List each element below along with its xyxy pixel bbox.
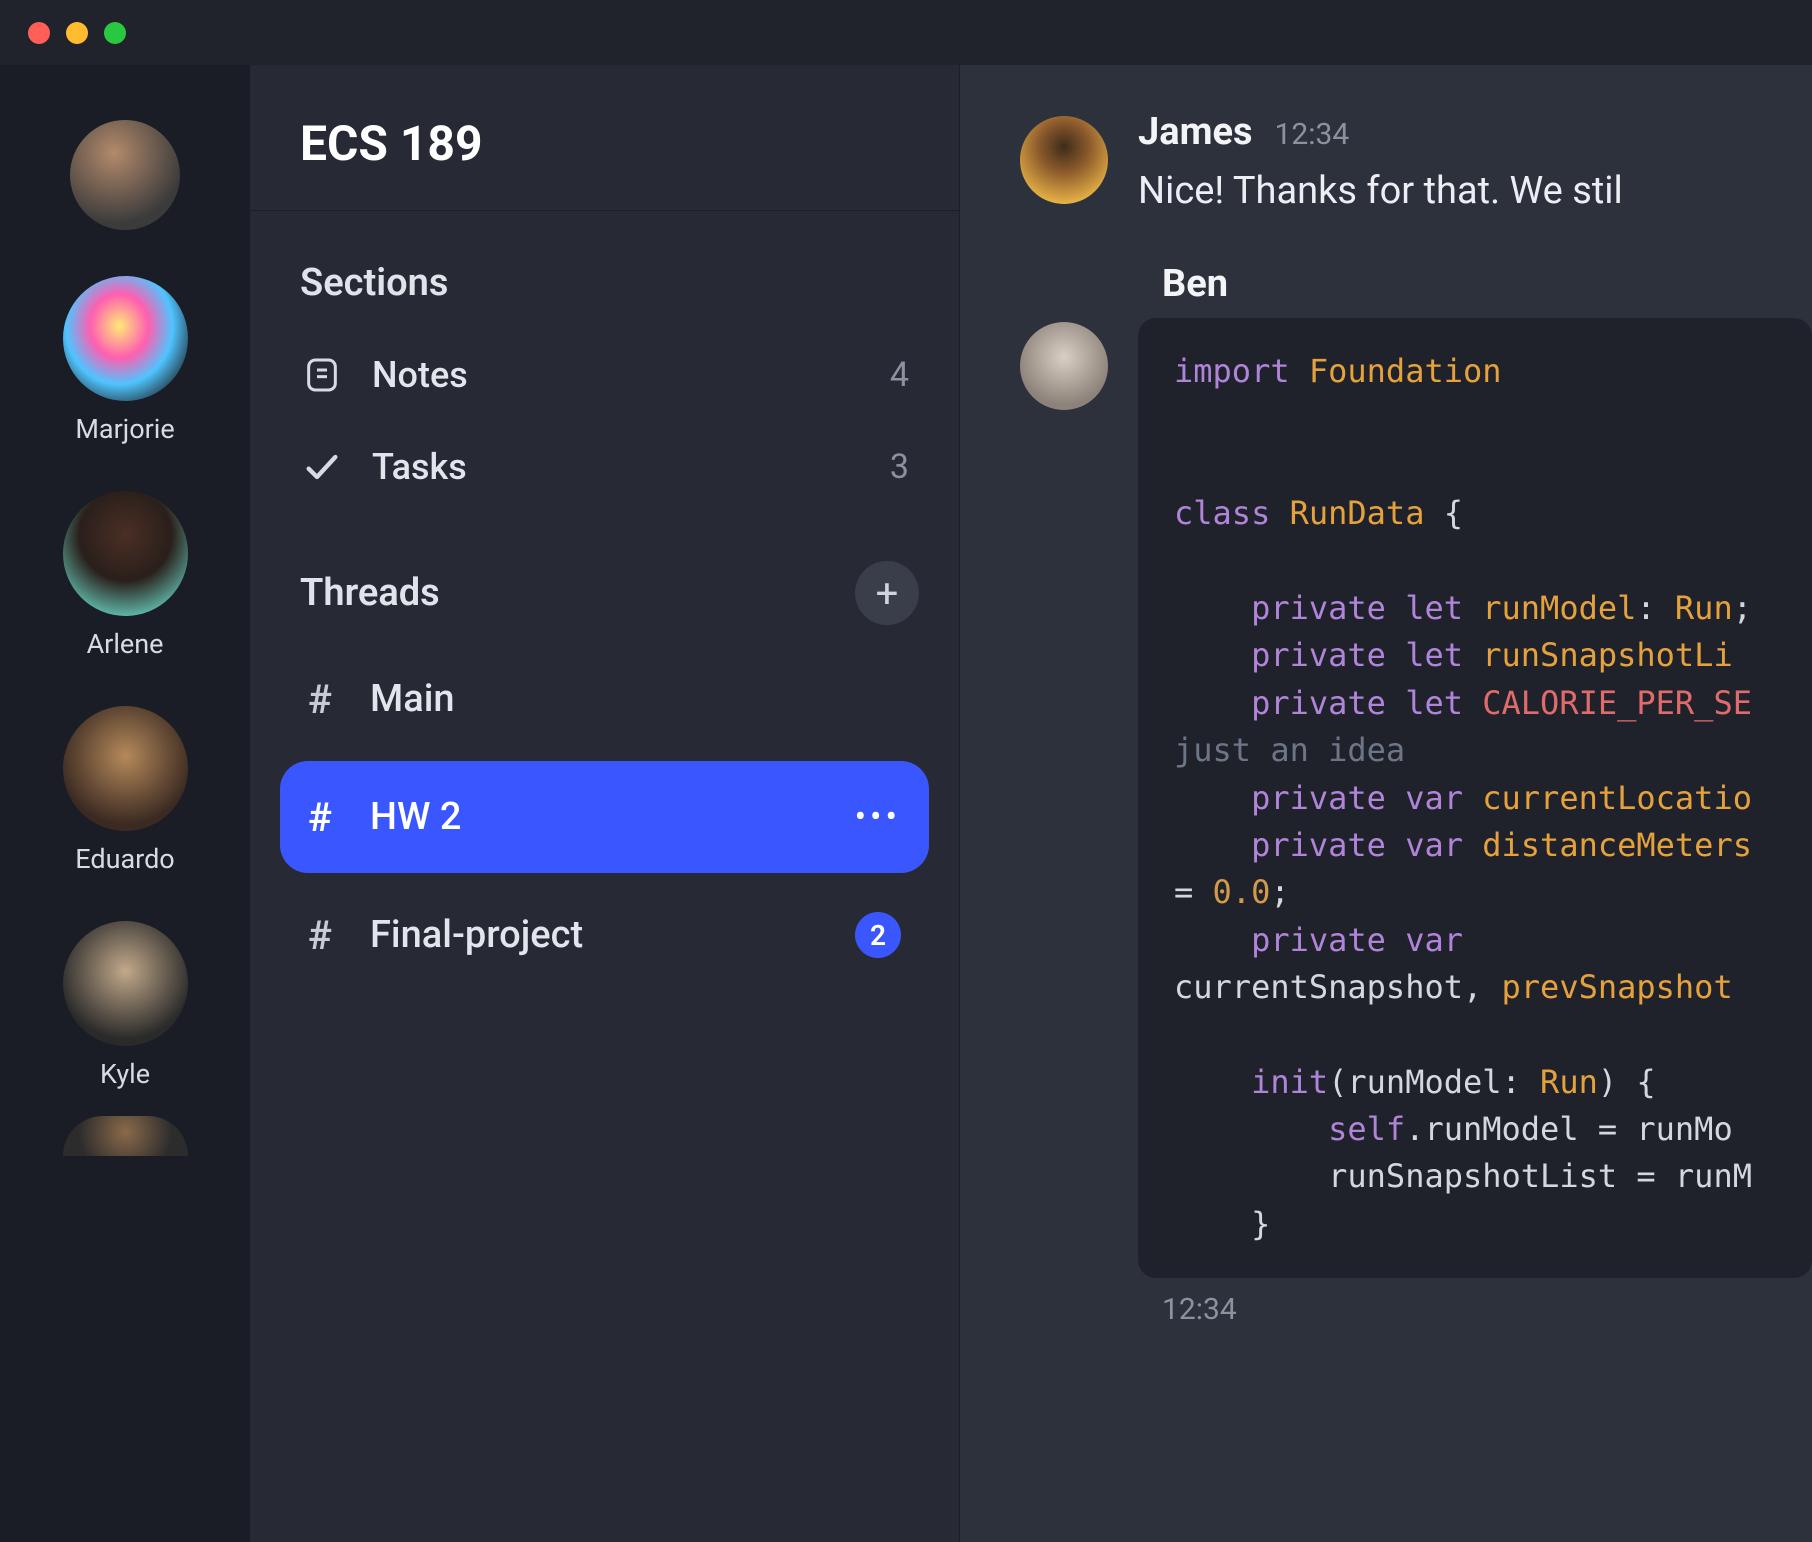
code-token: private var: [1251, 826, 1463, 864]
avatar: [63, 276, 188, 401]
avatar: [63, 491, 188, 616]
hash-icon: #: [308, 794, 344, 841]
code-token: =: [1174, 873, 1193, 911]
server-item-eduardo[interactable]: Eduardo: [63, 706, 188, 875]
code-token: runModel: [1482, 589, 1636, 627]
avatar[interactable]: [1020, 322, 1108, 410]
code-token: Run: [1675, 589, 1733, 627]
code-token: CALORIE_PER_SE: [1482, 684, 1752, 722]
code-token: :: [1636, 589, 1655, 627]
code-token: :: [1502, 1063, 1521, 1101]
code-token: Foundation: [1309, 352, 1502, 390]
check-icon: [300, 447, 344, 487]
server-item-marjorie[interactable]: Marjorie: [63, 276, 188, 445]
code-token: 0.0: [1213, 873, 1271, 911]
code-token: currentSnapshot: [1174, 968, 1463, 1006]
code-token: RunData: [1290, 494, 1425, 532]
code-token: import: [1174, 352, 1290, 390]
code-token: Run: [1540, 1063, 1598, 1101]
thread-row-final-project[interactable]: # Final-project 2: [280, 879, 929, 991]
code-token: }: [1251, 1205, 1270, 1243]
code-token: {: [1636, 1063, 1655, 1101]
thread-label: Final-project: [370, 913, 829, 957]
server-item-0[interactable]: [70, 120, 180, 230]
code-token: runModel: [1347, 1063, 1501, 1101]
code-token: ;: [1270, 873, 1289, 911]
code-token: private let: [1251, 636, 1463, 674]
message-timestamp: 12:34: [1275, 117, 1350, 152]
code-token: prevSnapshot: [1502, 968, 1733, 1006]
server-label: Arlene: [87, 628, 164, 660]
code-token: ,: [1463, 968, 1482, 1006]
server-label: Kyle: [100, 1058, 150, 1090]
message-author[interactable]: Ben: [1162, 262, 1228, 306]
section-count: 4: [890, 355, 909, 395]
code-token: init: [1251, 1063, 1328, 1101]
code-token: class: [1174, 494, 1270, 532]
code-token: ): [1598, 1063, 1617, 1101]
avatar: [63, 706, 188, 831]
code-token: private let: [1251, 684, 1463, 722]
code-token: private var: [1251, 921, 1463, 959]
workspace-title: ECS 189: [300, 115, 909, 172]
window-minimize-button[interactable]: [66, 22, 88, 44]
code-token: {: [1444, 494, 1463, 532]
server-item-kyle[interactable]: Kyle: [63, 921, 188, 1090]
code-token: runSnapshotLi: [1482, 636, 1732, 674]
threads-heading-text: Threads: [300, 571, 440, 615]
section-row-notes[interactable]: Notes 4: [280, 329, 929, 421]
thread-row-main[interactable]: # Main: [280, 643, 929, 755]
chat-area: James 12:34 Nice! Thanks for that. We st…: [960, 65, 1812, 1542]
thread-more-button[interactable]: •••: [855, 797, 901, 837]
server-item-5[interactable]: [63, 1116, 188, 1156]
section-label: Tasks: [372, 446, 862, 488]
window-close-button[interactable]: [28, 22, 50, 44]
threads-heading: Threads +: [280, 561, 929, 643]
server-item-arlene[interactable]: Arlene: [63, 491, 188, 660]
code-token: .runModel = runMo: [1405, 1110, 1733, 1148]
sections-heading: Sections: [280, 251, 929, 329]
notes-icon: [300, 355, 344, 395]
avatar: [63, 921, 188, 1046]
section-row-tasks[interactable]: Tasks 3: [280, 421, 929, 513]
thread-row-hw2[interactable]: # HW 2 •••: [280, 761, 929, 873]
thread-label: HW 2: [370, 795, 829, 839]
message-james: James 12:34 Nice! Thanks for that. We st…: [1020, 110, 1812, 217]
code-token: self: [1328, 1110, 1405, 1148]
hash-icon: #: [308, 912, 344, 959]
window-maximize-button[interactable]: [104, 22, 126, 44]
section-count: 3: [890, 447, 909, 487]
avatar[interactable]: [1020, 116, 1108, 204]
plus-icon: +: [876, 570, 899, 617]
message-ben: Ben import Foundation class RunData { pr…: [1020, 262, 1812, 1327]
window-titlebar: [0, 0, 1812, 65]
message-text: Nice! Thanks for that. We stil: [1138, 166, 1812, 217]
avatar: [63, 1116, 188, 1156]
thread-label: Main: [370, 677, 901, 721]
code-token: currentLocatio: [1482, 779, 1752, 817]
code-block[interactable]: import Foundation class RunData { privat…: [1138, 318, 1812, 1278]
server-label: Eduardo: [75, 843, 174, 875]
hash-icon: #: [308, 676, 344, 723]
code-token: private var: [1251, 779, 1463, 817]
server-label: Marjorie: [75, 413, 174, 445]
code-token: just an idea: [1174, 731, 1405, 769]
code-token: runSnapshotList = runM: [1328, 1157, 1752, 1195]
sections-heading-text: Sections: [300, 261, 448, 305]
server-rail: Marjorie Arlene Eduardo Kyle: [0, 65, 250, 1542]
workspace-header[interactable]: ECS 189: [250, 65, 959, 211]
code-token: (: [1328, 1063, 1347, 1101]
message-timestamp: 12:34: [1162, 1292, 1812, 1327]
avatar: [70, 120, 180, 230]
channel-sidebar: ECS 189 Sections Notes 4: [250, 65, 960, 1542]
unread-badge: 2: [855, 912, 901, 958]
code-token: distanceMeters: [1482, 826, 1752, 864]
section-label: Notes: [372, 354, 862, 396]
code-token: private let: [1251, 589, 1463, 627]
add-thread-button[interactable]: +: [855, 561, 919, 625]
message-author[interactable]: James: [1138, 110, 1253, 154]
